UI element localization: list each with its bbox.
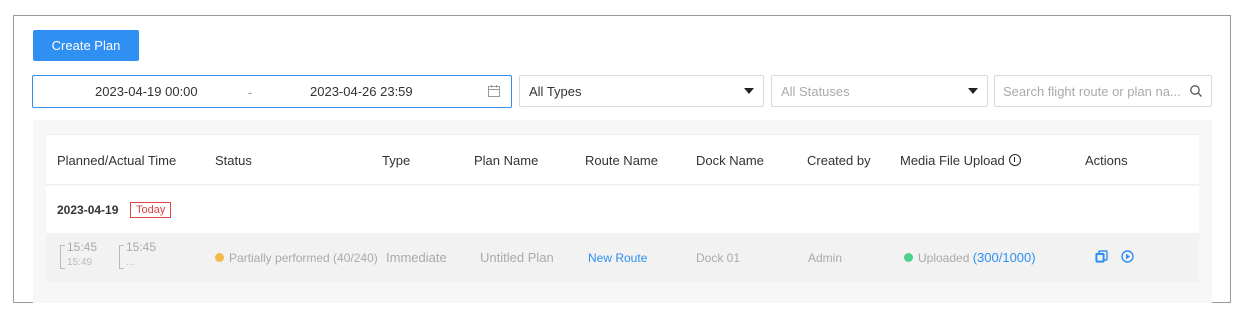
type-select[interactable]: All Types <box>519 75 764 107</box>
group-date: 2023-04-19 <box>57 203 119 217</box>
header-actions: Actions <box>1085 153 1128 168</box>
status-select-placeholder: All Statuses <box>781 84 850 99</box>
planned-start-time: 15:45 <box>67 240 98 254</box>
status-cell: Partially performed (40/240) <box>215 251 378 265</box>
info-icon[interactable] <box>1008 154 1021 166</box>
header-route-name: Route Name <box>585 153 658 168</box>
actual-start-time: 15:45 <box>126 240 157 254</box>
date-range-picker[interactable]: 2023-04-19 00:00 - 2023-04-26 23:59 <box>32 75 512 108</box>
upload-dot <box>904 253 913 262</box>
chevron-down-icon <box>744 88 754 94</box>
search-icon[interactable] <box>1189 84 1203 98</box>
type-select-value: All Types <box>529 84 582 99</box>
header-created-by: Created by <box>807 153 871 168</box>
time-bracket <box>119 245 124 269</box>
actual-end-time: ... <box>126 257 135 268</box>
time-bracket <box>60 245 65 269</box>
plan-table: Planned/Actual Time Status Type Plan Nam… <box>33 120 1212 303</box>
copy-icon[interactable] <box>1095 250 1108 263</box>
planned-end-time: 15:49 <box>67 257 93 268</box>
planned-time: 15:45 15:49 <box>60 240 110 272</box>
status-dot <box>215 253 224 262</box>
plan-name-cell: Untitled Plan <box>480 250 554 265</box>
creator-cell: Admin <box>808 251 843 265</box>
search-placeholder: Search flight route or plan na... <box>1003 84 1181 99</box>
calendar-icon[interactable] <box>487 84 501 98</box>
type-cell: Immediate <box>386 250 447 265</box>
header-plan-name: Plan Name <box>474 153 539 168</box>
date-separator: - <box>248 85 253 100</box>
today-badge: Today <box>130 202 172 218</box>
upload-status: Uploaded <box>918 251 970 265</box>
route-name-link[interactable]: New Route <box>588 251 647 265</box>
header-media-upload: Media File Upload <box>900 153 1021 168</box>
upload-cell: Uploaded (300/1000) <box>904 250 1036 265</box>
dock-name-cell: Dock 01 <box>696 251 741 265</box>
actual-time: 15:45 ... <box>119 240 169 272</box>
play-icon[interactable] <box>1121 250 1134 263</box>
table-header: Planned/Actual Time Status Type Plan Nam… <box>46 134 1199 185</box>
header-type: Type <box>382 153 411 168</box>
date-start[interactable]: 2023-04-19 00:00 <box>95 84 198 99</box>
create-plan-button[interactable]: Create Plan <box>33 30 139 61</box>
header-status: Status <box>215 153 252 168</box>
header-dock-name: Dock Name <box>696 153 764 168</box>
date-end[interactable]: 2023-04-26 23:59 <box>310 84 413 99</box>
search-input[interactable]: Search flight route or plan na... <box>994 75 1212 107</box>
status-text: Partially performed (40/240) <box>229 251 378 265</box>
status-select[interactable]: All Statuses <box>771 75 988 107</box>
table-row[interactable]: 15:45 15:49 15:45 ... Partially performe… <box>46 233 1199 282</box>
header-media-upload-label: Media File Upload <box>900 153 1005 168</box>
upload-count-link[interactable]: (300/1000) <box>973 250 1036 265</box>
header-time: Planned/Actual Time <box>57 153 177 168</box>
chevron-down-icon <box>968 88 978 94</box>
date-group-row: 2023-04-19 Today <box>46 186 1199 233</box>
